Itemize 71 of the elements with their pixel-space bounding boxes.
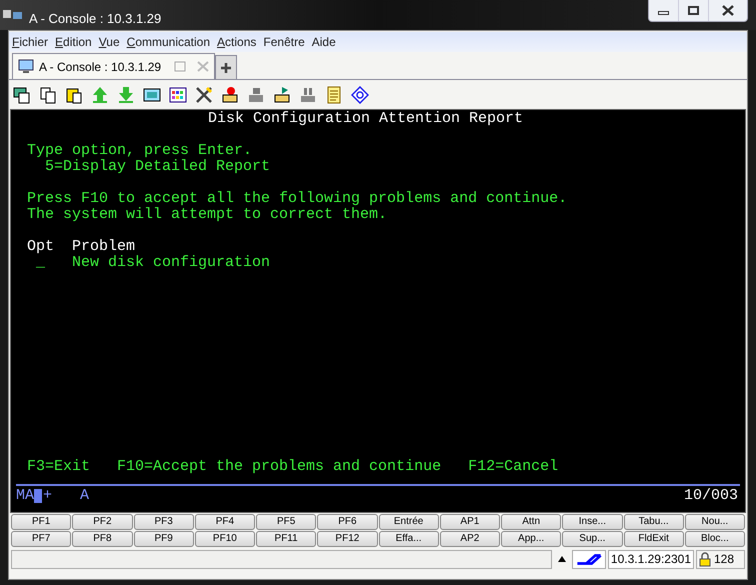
keypad-key[interactable]: Entrée (378, 514, 439, 530)
keypad-key[interactable]: PF5 (256, 514, 316, 530)
keypad-key[interactable]: PF7 (11, 531, 72, 547)
keypad-key[interactable]: Bloc... (684, 531, 745, 547)
keypad-key[interactable]: PF4 (194, 514, 255, 530)
keypad-key[interactable]: PF6 (317, 514, 378, 530)
function-key-hint: F3=Exit (27, 459, 90, 475)
keypad-key[interactable]: PF1 (11, 514, 72, 530)
keypad-key[interactable]: PF12 (317, 531, 378, 547)
help-icon[interactable] (351, 86, 369, 104)
keypad-key[interactable]: PF9 (134, 531, 194, 547)
keypad-key[interactable]: Tabu... (624, 514, 684, 530)
display-icon[interactable] (143, 86, 161, 104)
menu-item[interactable]: Fenêtre (263, 33, 305, 51)
keypad-key[interactable]: Attn (501, 514, 562, 530)
new-tab-button[interactable] (215, 55, 238, 79)
lock-icon (699, 552, 711, 566)
keypad-key[interactable]: PF2 (72, 514, 132, 530)
menu-item[interactable]: Vue (98, 33, 120, 51)
cursor-position: 10/003 (684, 488, 738, 504)
cursor-block (34, 489, 42, 503)
message-text: Press F10 to accept all the following problems and continue. (27, 191, 568, 207)
keypad-key[interactable]: PF8 (72, 531, 132, 547)
function-key-hint: F10=Accept the problems and continue (117, 459, 442, 475)
keypad-key[interactable]: App... (501, 531, 562, 547)
triangle-icon[interactable] (558, 556, 566, 562)
app-icon (3, 9, 23, 21)
encryption-status: 128 (696, 550, 745, 568)
keypad-key[interactable]: Inse... (562, 514, 622, 530)
paste-icon[interactable] (65, 86, 83, 104)
instruction-text: 5=Display Detailed Report (45, 159, 270, 175)
keypad-key[interactable]: PF11 (256, 531, 316, 547)
keypad-key[interactable]: Effa... (378, 531, 439, 547)
plus-icon (220, 62, 232, 74)
screen-copy-icon[interactable] (13, 86, 31, 104)
pause-macro-icon[interactable] (299, 86, 317, 104)
problem-text: New disk configuration (72, 255, 270, 271)
tools-icon[interactable] (195, 86, 213, 104)
column-header: Opt (27, 239, 56, 255)
screen-title: Disk Configuration Attention Report (208, 111, 524, 127)
keypad-key[interactable]: PF3 (134, 514, 194, 530)
oia-mode: MA (16, 488, 34, 504)
keypad-key[interactable]: AP1 (440, 514, 500, 530)
copy-icon[interactable] (39, 86, 57, 104)
host-address: 10.3.1.29:2301 (608, 550, 694, 568)
grid-icon[interactable] (169, 86, 187, 104)
close-icon (722, 5, 734, 16)
connection-icon (572, 550, 606, 568)
stop-macro-icon[interactable] (247, 86, 265, 104)
menu-item[interactable]: Edition (55, 33, 92, 51)
keypad-key[interactable]: PF10 (194, 531, 255, 547)
keypad-key[interactable]: FldExit (624, 531, 684, 547)
message-text: The system will attempt to correct them. (27, 207, 388, 223)
keypad-key[interactable]: Sup... (562, 531, 622, 547)
function-key-hint: F12=Cancel (468, 459, 558, 475)
menu-item[interactable]: Communication (126, 33, 210, 51)
instruction-text: Type option, press Enter. (27, 143, 252, 159)
menu-item[interactable]: Aide (312, 33, 336, 51)
option-input[interactable]: _ (36, 255, 72, 271)
window-title: A - Console : 10.3.1.29 (29, 10, 162, 28)
keypad-key[interactable]: AP2 (440, 531, 500, 547)
notepad-icon[interactable] (325, 86, 343, 104)
record-macro-icon[interactable] (221, 86, 239, 104)
status-symbol-text: + (43, 488, 52, 504)
column-header: Problem (72, 239, 136, 255)
menu-item[interactable]: Fichier (12, 33, 48, 51)
menu-item[interactable]: Actions (217, 33, 256, 51)
keypad-key[interactable]: Nou... (684, 514, 745, 530)
monitor-icon (18, 59, 34, 74)
play-macro-icon[interactable] (273, 86, 291, 104)
oia-indicator: A (80, 488, 90, 504)
